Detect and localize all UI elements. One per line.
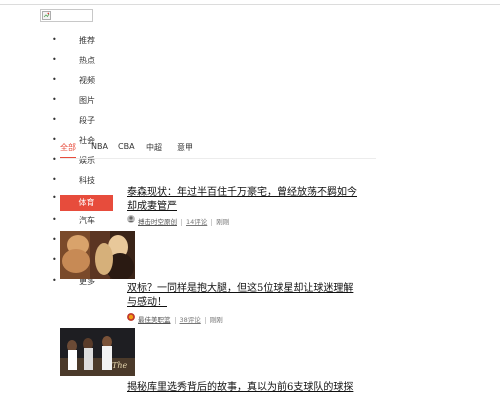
nav-item-label[interactable]: 段子	[79, 115, 95, 126]
nav-item-label[interactable]: 科技	[79, 175, 95, 186]
meta-divider	[181, 218, 182, 226]
source-avatar	[127, 313, 135, 321]
top-border	[0, 0, 500, 5]
article-comments[interactable]: 38评论	[180, 316, 201, 324]
meta-divider	[211, 218, 213, 226]
subtab-serie-a[interactable]: 意甲	[177, 142, 193, 153]
svg-text:The: The	[112, 361, 127, 370]
bullet-icon: •	[52, 175, 57, 184]
subtab-csl[interactable]: 中超	[146, 142, 162, 153]
nav-item-label[interactable]: 推荐	[79, 35, 95, 46]
bullet-icon: •	[52, 276, 57, 285]
bullet-icon: •	[52, 193, 57, 202]
article-source[interactable]: 最佳美职篮	[138, 316, 171, 324]
bullet-icon: •	[52, 95, 57, 104]
article-meta: 搏击时空原创 14评论 刚刚	[138, 216, 229, 226]
bullet-icon: •	[52, 135, 57, 144]
bullet-icon: •	[52, 155, 57, 164]
bullet-icon: •	[52, 255, 57, 264]
source-avatar	[127, 215, 135, 223]
article-title[interactable]: 泰森现状：年过半百住千万豪宅，曾经放荡不羁如今却成妻管严	[127, 186, 359, 214]
site-logo[interactable]	[40, 9, 93, 22]
nav-item-label[interactable]: 体育	[60, 195, 113, 211]
article-thumbnail[interactable]: The	[60, 328, 135, 376]
bullet-icon: •	[52, 55, 57, 64]
nav-item-label[interactable]: 热点	[79, 55, 95, 66]
bullet-icon: •	[52, 75, 57, 84]
article-title[interactable]: 双标？一同样是抱大腿，但这5位球星却让球迷理解与感动！	[127, 282, 359, 310]
article-thumbnail[interactable]	[60, 231, 135, 279]
nav-item-label[interactable]: 汽车	[79, 215, 95, 226]
article-source[interactable]: 搏击时空原创	[138, 218, 177, 226]
article-meta: 最佳美职篮 38评论 刚刚	[138, 314, 223, 324]
bullet-icon: •	[52, 115, 57, 124]
subtab-cba[interactable]: CBA	[118, 142, 135, 151]
subtab-all[interactable]: 全部	[60, 142, 76, 153]
broken-image-icon	[42, 11, 51, 20]
bullet-icon: •	[52, 35, 57, 44]
bullet-icon: •	[52, 235, 57, 244]
nav-item-label[interactable]: 视频	[79, 75, 95, 86]
meta-divider	[174, 316, 176, 324]
article-time: 刚刚	[209, 316, 223, 324]
nav-item-label[interactable]: 图片	[79, 95, 95, 106]
meta-divider	[204, 316, 206, 324]
active-subtab-indicator	[60, 157, 76, 158]
bullet-icon: •	[52, 215, 57, 224]
subtab-nba[interactable]: NBA	[91, 142, 108, 151]
article-time: 刚刚	[216, 218, 230, 226]
sports-subtabs: 全部 NBA CBA 中超 意甲	[60, 142, 376, 159]
article-comments[interactable]: 14评论	[186, 218, 207, 226]
